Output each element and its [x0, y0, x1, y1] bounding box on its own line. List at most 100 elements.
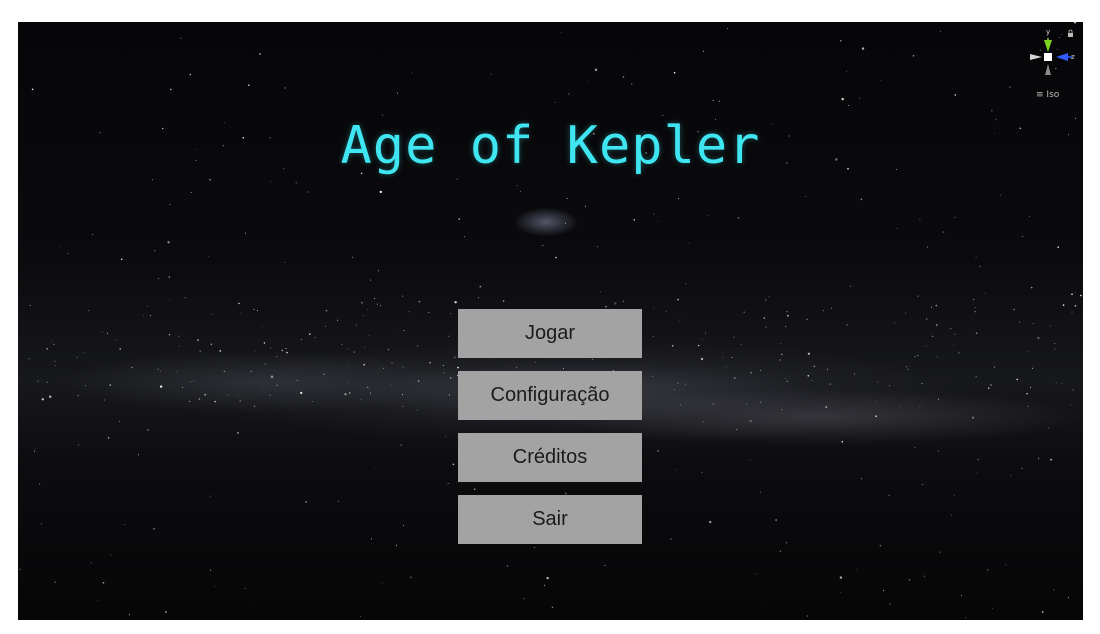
star	[702, 421, 704, 423]
star	[37, 380, 39, 382]
star	[381, 583, 383, 585]
star	[142, 315, 144, 316]
star	[846, 70, 847, 72]
star	[477, 297, 479, 299]
star	[727, 28, 729, 30]
star	[657, 220, 659, 222]
star	[263, 342, 266, 344]
star	[259, 53, 261, 55]
star	[543, 584, 545, 586]
credits-button[interactable]: Créditos	[458, 433, 642, 482]
star	[953, 344, 955, 346]
gizmo-y-cone[interactable]	[1044, 40, 1052, 52]
star	[102, 582, 105, 584]
star	[402, 295, 403, 297]
star	[811, 380, 813, 382]
gizmo-z-cone[interactable]	[1056, 53, 1068, 61]
star	[736, 429, 738, 431]
star	[1070, 404, 1072, 406]
star	[737, 217, 740, 219]
star	[829, 383, 832, 385]
star	[83, 352, 85, 354]
star	[1080, 294, 1082, 297]
star	[1037, 336, 1040, 340]
game-title: Age of Kepler	[340, 116, 761, 176]
star	[209, 495, 211, 497]
star	[860, 198, 863, 201]
star	[54, 365, 56, 367]
star	[115, 339, 117, 341]
star	[160, 370, 162, 372]
star	[861, 47, 865, 50]
star	[417, 409, 418, 411]
star	[170, 88, 172, 91]
star	[214, 585, 216, 587]
star	[848, 105, 850, 106]
star	[673, 389, 675, 390]
star	[1016, 378, 1018, 381]
star	[670, 538, 672, 540]
star	[312, 400, 313, 402]
star	[152, 179, 153, 181]
star	[29, 304, 31, 306]
star	[402, 394, 403, 396]
star	[323, 373, 325, 375]
play-button[interactable]: Jogar	[458, 309, 642, 358]
star	[337, 319, 339, 321]
star	[390, 384, 392, 386]
star	[458, 218, 461, 220]
star	[150, 315, 152, 317]
star	[749, 459, 751, 461]
star	[371, 538, 372, 540]
star	[839, 576, 843, 579]
star	[755, 573, 757, 575]
star	[428, 312, 430, 313]
star	[877, 381, 879, 383]
star	[700, 357, 704, 361]
star	[442, 365, 444, 366]
settings-button[interactable]: Configuração	[458, 371, 642, 420]
star	[362, 315, 364, 316]
gizmo-x-cone[interactable]	[1030, 54, 1042, 60]
star	[974, 307, 976, 308]
star	[825, 406, 827, 408]
gizmo-axes[interactable]	[1028, 28, 1080, 88]
exit-button[interactable]: Sair	[458, 495, 642, 544]
star	[361, 302, 363, 304]
star	[59, 246, 61, 247]
star	[110, 554, 112, 556]
star	[781, 353, 783, 356]
star	[1071, 293, 1073, 296]
star	[927, 246, 929, 248]
gizmo-neg-y-cone[interactable]	[1045, 64, 1051, 75]
star	[34, 450, 36, 452]
game-viewport[interactable]: Age of Kepler Jogar Configuração Crédito…	[18, 22, 1083, 620]
star	[264, 363, 266, 365]
star	[1074, 292, 1076, 294]
star	[454, 301, 457, 304]
star	[560, 32, 562, 34]
star	[760, 369, 762, 371]
star	[211, 314, 213, 315]
star	[786, 311, 788, 313]
star	[703, 50, 704, 52]
star	[1050, 458, 1052, 461]
lock-icon[interactable]	[1068, 29, 1073, 37]
star	[986, 569, 989, 571]
star	[396, 544, 398, 546]
star	[1010, 474, 1012, 476]
star	[238, 302, 240, 305]
star	[445, 436, 447, 438]
star	[551, 606, 554, 609]
star	[270, 375, 274, 378]
star	[244, 588, 246, 590]
star	[169, 204, 171, 206]
star	[169, 299, 171, 301]
star	[760, 491, 762, 493]
projection-toggle[interactable]: ≡ Iso	[1036, 90, 1059, 100]
gizmo-center-cube[interactable]	[1044, 53, 1052, 61]
star	[39, 483, 41, 485]
star	[352, 256, 354, 258]
star	[879, 544, 882, 547]
star	[875, 401, 877, 403]
